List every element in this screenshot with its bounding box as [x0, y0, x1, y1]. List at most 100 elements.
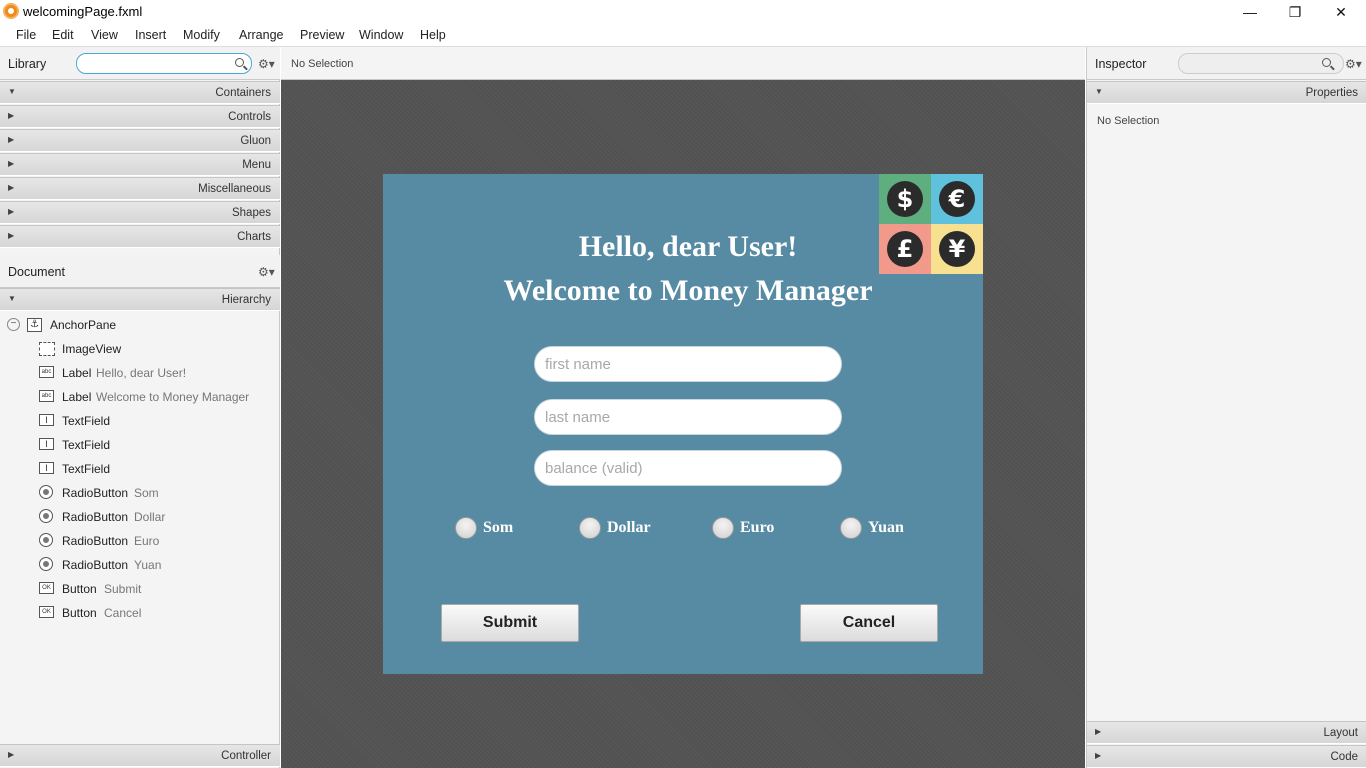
collapsed-triangle-icon: ▶ — [1095, 727, 1102, 736]
dollar-coin-icon: $ — [879, 174, 931, 224]
tree-row-radiobutton[interactable]: RadioButton Euro — [0, 529, 280, 553]
inspector-no-selection: No Selection — [1097, 115, 1160, 127]
menu-help[interactable]: Help — [420, 28, 446, 42]
anchor-icon: ⚓ — [27, 318, 42, 332]
library-header: Library ⚙▾ — [0, 47, 280, 80]
tree-row-imageview[interactable]: ImageView — [0, 337, 280, 361]
label-icon: abc — [39, 390, 54, 402]
anchor-pane-canvas[interactable]: $ € £ ¥ Hello, dear User! Welcome to Mon… — [383, 174, 983, 674]
tree-row-textfield[interactable]: I TextField — [0, 457, 280, 481]
editor-status-bar: No Selection — [281, 47, 1085, 80]
textfield-icon: I — [39, 462, 54, 474]
menu-window[interactable]: Window — [359, 28, 403, 42]
section-layout[interactable]: ▶ Layout — [1087, 721, 1366, 744]
button-icon: OK — [39, 606, 54, 618]
cancel-button[interactable]: Cancel — [800, 604, 938, 642]
radio-circle[interactable] — [455, 517, 477, 539]
welcome-label: Welcome to Money Manager — [503, 274, 873, 307]
selection-status: No Selection — [291, 58, 354, 70]
collapsed-triangle-icon: ▶ — [8, 750, 15, 759]
tree-row-button[interactable]: OK Button Cancel — [0, 601, 280, 625]
last-name-field[interactable] — [534, 399, 842, 435]
radio-circle[interactable] — [579, 517, 601, 539]
document-title: Document — [8, 265, 65, 279]
menu-preview[interactable]: Preview — [300, 28, 344, 42]
menu-bar: File Edit View Insert Modify Arrange Pre… — [0, 24, 1366, 47]
section-properties[interactable]: ▼ Properties — [1087, 81, 1366, 104]
expand-triangle-icon: ▼ — [1095, 87, 1103, 96]
textfield-icon: I — [39, 414, 54, 426]
search-icon — [1322, 58, 1331, 67]
radiobutton-icon — [39, 485, 53, 499]
expand-triangle-icon: ▼ — [8, 294, 16, 303]
library-gear-icon[interactable]: ⚙▾ — [258, 57, 275, 71]
menu-arrange[interactable]: Arrange — [239, 28, 283, 42]
collapsed-triangle-icon: ▶ — [8, 111, 15, 120]
collapsed-triangle-icon: ▶ — [1095, 751, 1102, 760]
tree-row-radiobutton[interactable]: RadioButton Yuan — [0, 553, 280, 577]
tree-row-label[interactable]: abc Label Welcome to Money Manager — [0, 385, 280, 409]
button-icon: OK — [39, 582, 54, 594]
restore-button[interactable]: ❐ — [1272, 0, 1318, 24]
collapsed-triangle-icon: ▶ — [8, 207, 15, 216]
search-icon — [235, 58, 244, 67]
radio-circle[interactable] — [712, 517, 734, 539]
tree-row-radiobutton[interactable]: RadioButton Dollar — [0, 505, 280, 529]
inspector-panel: Inspector ⚙▾ ▼ Properties No Selection ▶ L… — [1086, 47, 1366, 768]
euro-coin-icon: € — [931, 174, 983, 224]
tree-row-button[interactable]: OK Button Submit — [0, 577, 280, 601]
library-search-input[interactable] — [76, 53, 252, 74]
menu-file[interactable]: File — [16, 28, 36, 42]
section-charts[interactable]: ▶ Charts — [0, 225, 280, 248]
tree-row-radiobutton[interactable]: RadioButton Som — [0, 481, 280, 505]
expand-triangle-icon: ▼ — [8, 87, 16, 96]
close-button[interactable]: ✕ — [1318, 0, 1364, 24]
section-controller[interactable]: ▶ Controller — [0, 744, 280, 767]
section-containers[interactable]: ▼ Containers — [0, 81, 280, 104]
inspector-title: Inspector — [1095, 57, 1147, 71]
document-gear-icon[interactable]: ⚙▾ — [258, 265, 275, 279]
label-icon: abc — [39, 366, 54, 378]
tree-row-textfield[interactable]: I TextField — [0, 409, 280, 433]
window-title: welcomingPage.fxml — [23, 4, 143, 19]
menu-view[interactable]: View — [91, 28, 118, 42]
tree-row-anchorpane[interactable]: − ⚓ AnchorPane — [0, 313, 280, 337]
collapsed-triangle-icon: ▶ — [8, 135, 15, 144]
left-panel: Library ⚙▾ ▼ Containers ▶ Controls ▶ Gluon … — [0, 47, 280, 768]
radiobutton-icon — [39, 533, 53, 547]
tree-row-textfield[interactable]: I TextField — [0, 433, 280, 457]
section-hierarchy[interactable]: ▼ Hierarchy — [0, 288, 280, 311]
section-code[interactable]: ▶ Code — [1087, 745, 1366, 768]
section-controls[interactable]: ▶ Controls — [0, 105, 280, 128]
document-header: Document ⚙▾ — [0, 255, 280, 288]
content-editor: No Selection $ € £ ¥ Hello, dear User! W… — [281, 47, 1085, 768]
menu-edit[interactable]: Edit — [52, 28, 74, 42]
greeting-label: Hello, dear User! — [578, 230, 798, 263]
title-bar: welcomingPage.fxml — ❐ ✕ — [0, 0, 1366, 24]
submit-button[interactable]: Submit — [441, 604, 579, 642]
scene-builder-logo-icon — [3, 3, 19, 19]
radiobutton-icon — [39, 557, 53, 571]
collapsed-triangle-icon: ▶ — [8, 159, 15, 168]
tree-row-label[interactable]: abc Label Hello, dear User! — [0, 361, 280, 385]
collapsed-triangle-icon: ▶ — [8, 183, 15, 192]
radiobutton-icon — [39, 509, 53, 523]
minimize-button[interactable]: — — [1227, 0, 1273, 24]
library-title: Library — [8, 57, 47, 71]
menu-modify[interactable]: Modify — [183, 28, 220, 42]
section-menu[interactable]: ▶ Menu — [0, 153, 280, 176]
inspector-search-input[interactable] — [1178, 53, 1344, 74]
collapse-icon[interactable]: − — [7, 318, 20, 331]
section-shapes[interactable]: ▶ Shapes — [0, 201, 280, 224]
inspector-header: Inspector ⚙▾ — [1087, 47, 1366, 80]
section-gluon[interactable]: ▶ Gluon — [0, 129, 280, 152]
inspector-gear-icon[interactable]: ⚙▾ — [1345, 57, 1362, 71]
radio-circle[interactable] — [840, 517, 862, 539]
textfield-icon: I — [39, 438, 54, 450]
menu-insert[interactable]: Insert — [135, 28, 166, 42]
imageview-icon — [39, 342, 55, 356]
first-name-field[interactable] — [534, 346, 842, 382]
section-miscellaneous[interactable]: ▶ Miscellaneous — [0, 177, 280, 200]
collapsed-triangle-icon: ▶ — [8, 231, 15, 240]
balance-field[interactable] — [534, 450, 842, 486]
